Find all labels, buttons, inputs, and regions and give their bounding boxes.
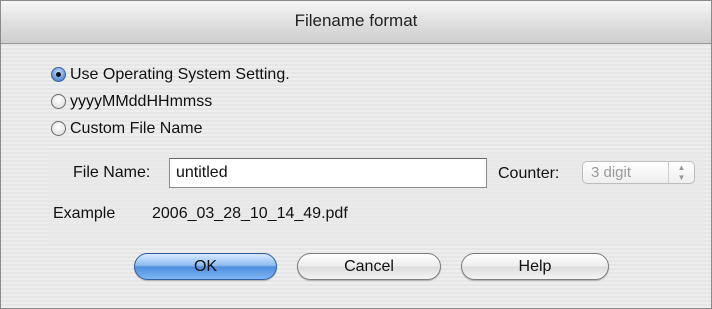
dialog-title: Filename format [1, 1, 711, 44]
filename-format-dialog: Filename format Use Operating System Set… [0, 0, 712, 309]
radio-button-checked-icon[interactable] [51, 67, 66, 82]
radio-custom-file-name[interactable]: Custom File Name [51, 115, 290, 142]
counter-select[interactable]: 3 digit ▲ ▼ [582, 161, 695, 184]
radio-custom-file-name-label: Custom File Name [70, 119, 203, 137]
ok-button[interactable]: OK [134, 253, 277, 280]
example-label: Example [53, 205, 116, 222]
stepper-arrows-icon: ▲ ▼ [668, 162, 694, 183]
file-name-input[interactable]: untitled [169, 158, 487, 188]
help-button[interactable]: Help [461, 253, 609, 280]
cancel-button[interactable]: Cancel [297, 253, 441, 280]
counter-select-value: 3 digit [591, 164, 632, 181]
radio-button-icon[interactable] [51, 94, 66, 109]
counter-label: Counter: [498, 165, 560, 182]
radio-button-icon[interactable] [51, 121, 66, 136]
radio-os-setting[interactable]: Use Operating System Setting. [51, 61, 290, 88]
example-value: 2006_03_28_10_14_49.pdf [152, 205, 348, 222]
radio-timestamp-format-label: yyyyMMddHHmmss [70, 92, 213, 110]
radio-os-setting-label: Use Operating System Setting. [70, 65, 290, 83]
format-radio-group: Use Operating System Setting. yyyyMMddHH… [51, 61, 290, 142]
radio-timestamp-format[interactable]: yyyyMMddHHmmss [51, 88, 290, 115]
file-name-label: File Name: [73, 164, 151, 181]
